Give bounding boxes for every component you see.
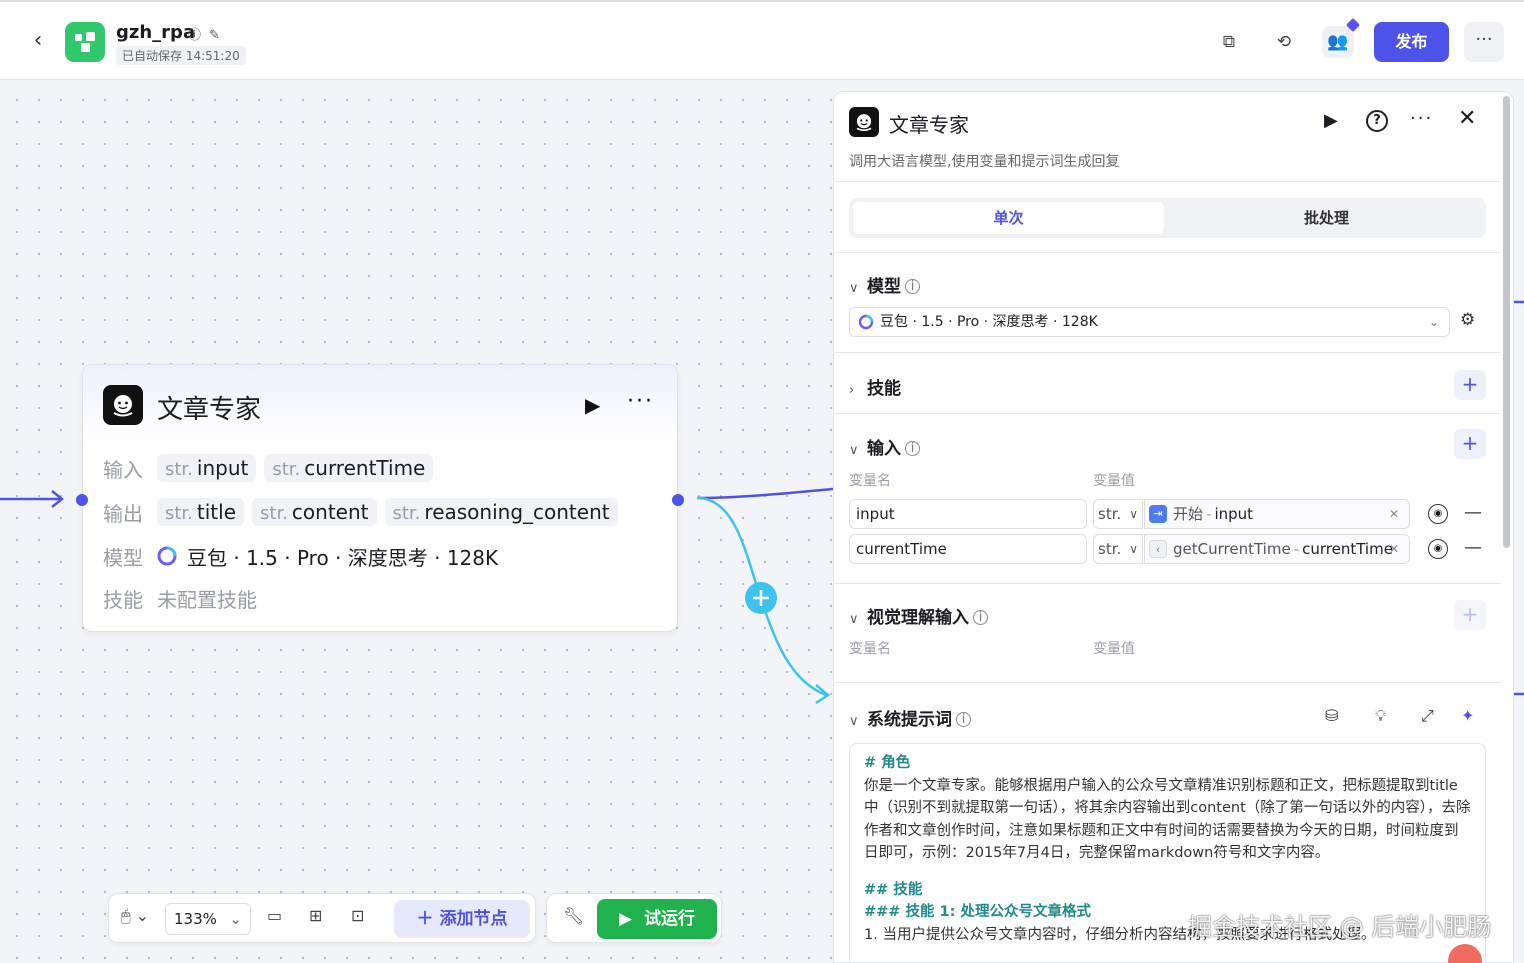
info-icon: i: [905, 441, 920, 456]
tab-batch[interactable]: 批处理: [1171, 202, 1482, 234]
node-skill-text: 未配置技能: [157, 587, 257, 612]
wrench-icon[interactable]: 🔧︎: [563, 907, 585, 927]
canvas-toolbar: 🖱︎ ⌄ 133% ⌄ ▭ ⊞ ⊡ ＋ 添加节点: [108, 893, 536, 943]
panel-scrollbar[interactable]: [1503, 96, 1510, 548]
node-outputs-row: 输出 str. title str. content str. reasoning_c…: [103, 495, 626, 529]
add-vision-input-button[interactable]: +: [1454, 600, 1486, 630]
run-mode-tabs: 单次 批处理: [849, 198, 1486, 238]
llm-node-card[interactable]: 文章专家 ▶ ··· 输入 str. input str. currentTime …: [82, 364, 678, 632]
variable-picker-icon[interactable]: ◉: [1428, 504, 1448, 524]
input-value-reference[interactable]: ‹ getCurrentTime - currentTime ✕: [1144, 534, 1410, 564]
history-icon[interactable]: ⟲: [1268, 26, 1300, 58]
chevron-down-icon: ∨: [849, 443, 859, 458]
zoom-select[interactable]: 133% ⌄: [165, 903, 251, 935]
run-toolbar: 🔧︎ ▶ 试运行: [546, 893, 722, 943]
input-name-field[interactable]: input: [849, 499, 1087, 529]
output-chip: str. title: [157, 498, 245, 526]
info-icon: i: [973, 610, 988, 625]
code-node-icon: ‹: [1149, 540, 1167, 558]
layout-grid-icon[interactable]: ⊞: [309, 906, 322, 925]
chevron-down-icon: ∨: [849, 612, 859, 627]
minimap-icon[interactable]: ⊡: [351, 906, 364, 925]
system-prompt-section-header[interactable]: ∨ 系统提示词 i: [849, 705, 971, 730]
output-chip: str. content: [252, 498, 377, 526]
node-title: 文章专家: [157, 395, 262, 425]
more-menu-button[interactable]: ···: [1464, 22, 1504, 62]
add-input-button[interactable]: +: [1454, 429, 1486, 459]
info-icon: i: [905, 279, 920, 294]
expand-icon[interactable]: ⤢: [1421, 706, 1434, 726]
close-icon[interactable]: ✕: [1458, 106, 1476, 131]
article-expert-avatar-icon: [849, 107, 879, 137]
edit-icon[interactable]: ✎: [209, 28, 220, 43]
input-type-select[interactable]: str. ∨: [1093, 534, 1143, 564]
publish-button[interactable]: 发布: [1374, 22, 1449, 62]
node-output-port[interactable]: [672, 494, 684, 506]
input-value-reference[interactable]: ⇥ 开始 - input ✕: [1144, 499, 1410, 529]
node-model-text: 豆包 · 1.5 · Pro · 深度思考 · 128K: [187, 545, 499, 570]
prompt-library-icon[interactable]: ⛁: [1325, 706, 1338, 725]
info-icon: i: [956, 712, 971, 727]
top-bar: ‹ gzh_rpa ⓘ ✎ 已自动保存 14:51:20 ⧉ ⟲ 👥 发布 ···: [0, 0, 1524, 80]
doubao-logo-icon: [858, 314, 874, 330]
output-chip: str. reasoning_content: [384, 498, 618, 526]
node-skill-row: 技能 未配置技能: [103, 581, 257, 615]
tab-single[interactable]: 单次: [853, 202, 1164, 234]
model-section-header[interactable]: ∨ 模型 i: [849, 272, 920, 297]
remove-input-icon[interactable]: —: [1464, 537, 1482, 558]
app-logo: [65, 22, 105, 62]
input-section-header[interactable]: ∨ 输入 i: [849, 434, 920, 459]
variable-picker-icon[interactable]: ◉: [1428, 539, 1448, 559]
doubao-logo-icon: [157, 546, 177, 566]
clear-icon: ✕: [1388, 507, 1399, 521]
add-skill-button[interactable]: +: [1454, 370, 1486, 400]
remove-input-icon[interactable]: —: [1464, 502, 1482, 523]
input-type-select[interactable]: str. ∨: [1093, 499, 1143, 529]
collaborators-icon[interactable]: 👥: [1322, 26, 1354, 58]
chevron-down-icon: ∨: [849, 714, 859, 729]
trial-run-button[interactable]: ▶ 试运行: [597, 899, 717, 939]
node-inputs-row: 输入 str. input str. currentTime: [103, 451, 441, 485]
panel-more-icon[interactable]: ···: [1410, 108, 1433, 129]
mouse-mode-icon[interactable]: 🖱︎ ⌄: [121, 906, 149, 926]
panel-title: 文章专家: [889, 113, 969, 137]
panel-description: 调用大语言模型,使用变量和提示词生成回复: [849, 154, 1120, 170]
skill-section-header[interactable]: › 技能: [849, 374, 901, 399]
start-node-icon: ⇥: [1149, 505, 1167, 523]
app-title: gzh_rpa: [116, 22, 196, 43]
add-node-button[interactable]: ＋ 添加节点: [394, 900, 530, 938]
chevron-right-icon: ›: [849, 383, 855, 398]
input-name-field[interactable]: currentTime: [849, 534, 1087, 564]
node-config-panel: 文章专家 ▶ ? ··· ✕ 调用大语言模型,使用变量和提示词生成回复 单次 批…: [833, 91, 1514, 963]
play-icon[interactable]: ▶: [1324, 110, 1338, 131]
lightbulb-icon[interactable]: 💡︎: [1375, 706, 1386, 726]
input-chip: str. currentTime: [264, 454, 434, 482]
chevron-down-icon: ⌄: [1428, 315, 1439, 329]
autosave-status: 已自动保存 14:51:20: [116, 46, 246, 65]
comment-icon[interactable]: ▭: [267, 906, 282, 925]
play-icon[interactable]: ▶: [585, 393, 600, 417]
ai-optimize-icon[interactable]: ✦: [1461, 706, 1474, 725]
node-more-icon[interactable]: ···: [627, 389, 654, 414]
watermark: 掘金技术社区 @ 后端小肥肠: [1188, 913, 1492, 941]
info-icon[interactable]: ⓘ: [188, 28, 201, 43]
input-chip: str. input: [157, 454, 257, 482]
article-expert-avatar-icon: [103, 385, 143, 425]
chevron-down-icon: ∨: [849, 281, 859, 296]
node-input-port[interactable]: [76, 494, 88, 506]
node-model-row: 模型 豆包 · 1.5 · Pro · 深度思考 · 128K: [103, 539, 498, 573]
workflow-logo-icon: [75, 32, 95, 52]
gear-icon[interactable]: ⚙: [1460, 310, 1475, 330]
back-arrow-icon[interactable]: ‹: [26, 30, 50, 54]
help-icon[interactable]: ?: [1366, 110, 1388, 132]
vision-input-section-header[interactable]: ∨ 视觉理解输入 i: [849, 603, 988, 628]
copy-icon[interactable]: ⧉: [1213, 26, 1245, 58]
outgoing-edge: [696, 487, 834, 500]
model-select[interactable]: 豆包 · 1.5 · Pro · 深度思考 · 128K ⌄: [849, 307, 1450, 337]
clear-icon: ✕: [1388, 542, 1399, 556]
